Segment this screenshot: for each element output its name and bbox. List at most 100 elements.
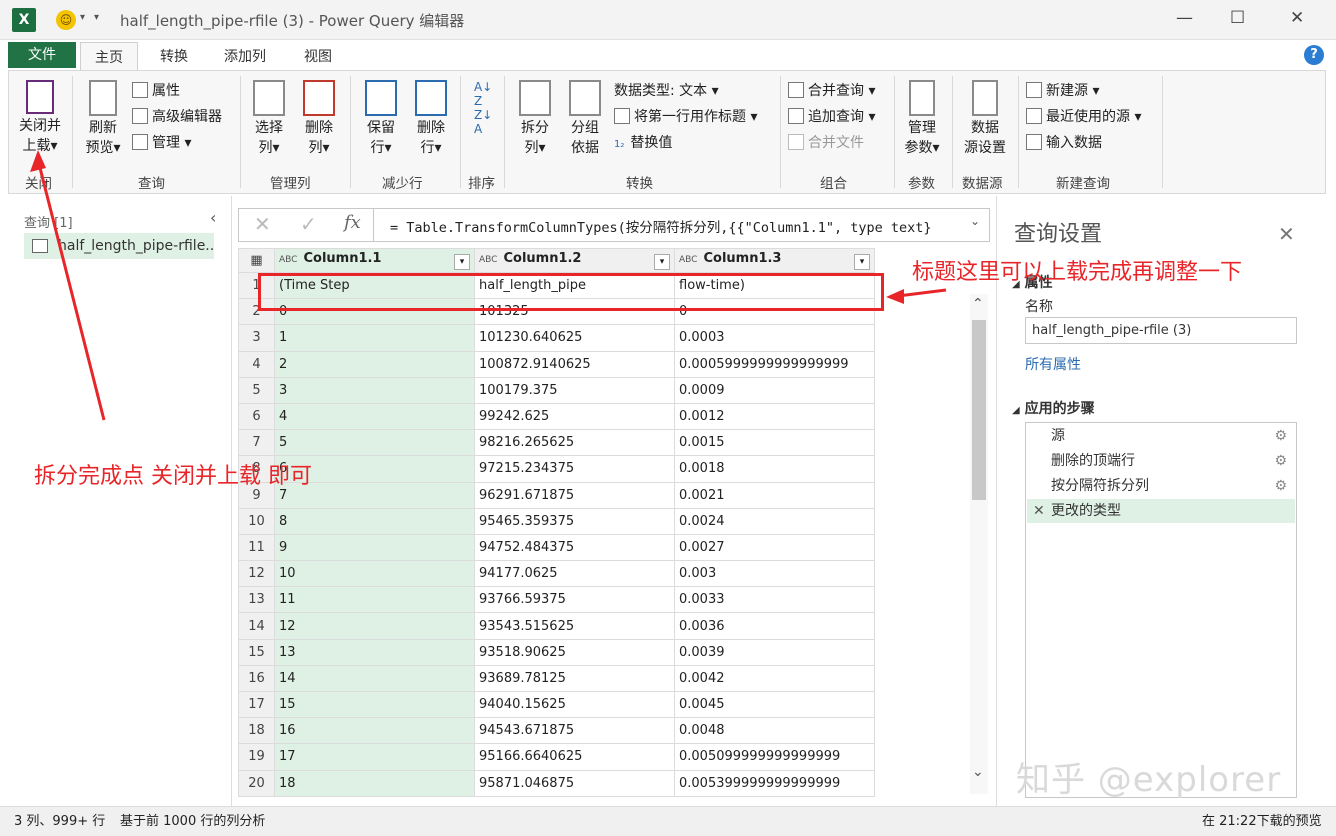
table-cell[interactable]: 0.0039 xyxy=(674,638,875,666)
table-cell[interactable]: 0.0018 xyxy=(674,455,875,483)
use-first-row-as-headers-button[interactable]: 将第一行用作标题 ▾ xyxy=(614,106,757,126)
split-column-button[interactable]: 拆分 列▾ xyxy=(512,80,558,158)
select-all-table-icon[interactable]: ▦ xyxy=(238,248,275,273)
table-cell[interactable]: 101230.640625 xyxy=(474,324,675,352)
filter-dropdown-icon[interactable]: ▾ xyxy=(854,254,870,270)
table-cell[interactable]: 0.0012 xyxy=(674,402,875,431)
data-source-settings-button[interactable]: 数据 源设置 xyxy=(956,80,1014,158)
scroll-up-icon[interactable]: ⌃ xyxy=(972,296,984,312)
text-type-icon[interactable]: ABC xyxy=(479,255,497,265)
step-split-column[interactable]: 按分隔符拆分列 ⚙ xyxy=(1027,474,1295,498)
close-and-load-button[interactable]: 关闭并 上载▾ xyxy=(14,80,66,156)
table-cell[interactable]: 93543.515625 xyxy=(474,612,675,640)
column-header-1[interactable]: ABC Column1.1 ▾ xyxy=(274,248,475,273)
maximize-button[interactable]: ☐ xyxy=(1230,8,1245,28)
table-cell[interactable]: 18 xyxy=(274,769,475,797)
table-cell[interactable]: 15 xyxy=(274,690,475,719)
enter-data-button[interactable]: 输入数据 xyxy=(1026,132,1102,152)
table-cell[interactable]: 0.0021 xyxy=(674,481,875,509)
formula-input[interactable]: = Table.TransformColumnTypes(按分隔符拆分列,{{"… xyxy=(390,216,932,236)
advanced-editor-button[interactable]: 高级编辑器 xyxy=(132,106,222,126)
keep-rows-button[interactable]: 保留 行▾ xyxy=(358,80,404,158)
table-cell[interactable]: 95166.6640625 xyxy=(474,743,675,771)
close-settings-icon[interactable]: ✕ xyxy=(1278,222,1295,246)
chevron-down-icon[interactable]: ▾ xyxy=(80,12,85,23)
table-cell[interactable]: 14 xyxy=(274,664,475,693)
table-cell[interactable]: 93518.90625 xyxy=(474,638,675,666)
data-type-dropdown[interactable]: 数据类型: 文本 ▾ xyxy=(614,80,719,100)
table-cell[interactable]: 0.0005999999999999999 xyxy=(674,350,875,378)
column-header-3[interactable]: ABC Column1.3 ▾ xyxy=(674,248,875,273)
status-profiling[interactable]: 基于前 1000 行的列分析 xyxy=(120,810,265,829)
table-cell[interactable]: 0.003 xyxy=(674,560,875,588)
table-cell[interactable]: 13 xyxy=(274,638,475,666)
table-cell[interactable]: 0.005399999999999999 xyxy=(674,769,875,797)
tab-transform[interactable]: 转换 xyxy=(160,46,188,66)
sort-ascending-icon[interactable]: A↓ Z xyxy=(474,80,492,108)
tab-add-column[interactable]: 添加列 xyxy=(224,46,266,66)
properties-button[interactable]: 属性 xyxy=(132,80,180,100)
step-changed-type[interactable]: ✕ 更改的类型 xyxy=(1027,499,1295,523)
table-cell[interactable]: 0.0024 xyxy=(674,507,875,535)
quick-access-dropdown-icon[interactable]: ▾ xyxy=(94,12,99,23)
table-cell[interactable]: 11 xyxy=(274,586,475,614)
table-cell[interactable]: 94177.0625 xyxy=(474,560,675,588)
table-cell[interactable]: 9 xyxy=(274,533,475,562)
table-cell[interactable]: 16 xyxy=(274,717,475,745)
text-type-icon[interactable]: ABC xyxy=(679,255,697,265)
table-cell[interactable]: 99242.625 xyxy=(474,402,675,431)
table-cell[interactable]: 100872.9140625 xyxy=(474,350,675,378)
table-cell[interactable]: 0.0042 xyxy=(674,664,875,693)
choose-columns-button[interactable]: 选择 列▾ xyxy=(246,80,292,158)
table-cell[interactable]: 95871.046875 xyxy=(474,769,675,797)
replace-values-button[interactable]: 1₂ 替换值 xyxy=(614,132,672,152)
gear-icon[interactable]: ⚙ xyxy=(1274,449,1287,473)
column-header-2[interactable]: ABC Column1.2 ▾ xyxy=(474,248,675,273)
table-cell[interactable]: 97215.234375 xyxy=(474,455,675,483)
tab-file[interactable]: 文件 xyxy=(8,42,76,68)
table-cell[interactable]: 0.0003 xyxy=(674,324,875,352)
manage-parameters-button[interactable]: 管理 参数▾ xyxy=(898,80,946,158)
table-cell[interactable]: 0.005099999999999999 xyxy=(674,743,875,771)
smiley-feedback-icon[interactable]: ☺ xyxy=(56,10,76,30)
table-cell[interactable]: 94040.15625 xyxy=(474,690,675,719)
table-cell[interactable]: 93689.78125 xyxy=(474,664,675,693)
help-icon[interactable]: ? xyxy=(1304,45,1324,65)
confirm-formula-icon[interactable]: ✓ xyxy=(300,212,317,236)
table-cell[interactable]: 96291.671875 xyxy=(474,481,675,509)
table-cell[interactable]: 98216.265625 xyxy=(474,429,675,457)
delete-step-icon[interactable]: ✕ xyxy=(1033,499,1045,523)
fx-icon[interactable]: fx xyxy=(344,212,361,233)
table-cell[interactable]: 4 xyxy=(274,402,475,431)
remove-columns-button[interactable]: 删除 列▾ xyxy=(296,80,342,158)
cancel-formula-icon[interactable]: ✕ xyxy=(254,212,271,236)
gear-icon[interactable]: ⚙ xyxy=(1274,424,1287,448)
query-name-input[interactable]: half_length_pipe-rfile (3) xyxy=(1025,317,1297,344)
text-type-icon[interactable]: ABC xyxy=(279,255,297,265)
table-cell[interactable]: 94752.484375 xyxy=(474,533,675,562)
table-cell[interactable]: 0.0048 xyxy=(674,717,875,745)
filter-dropdown-icon[interactable]: ▾ xyxy=(454,254,470,270)
table-cell[interactable]: 93766.59375 xyxy=(474,586,675,614)
query-item[interactable]: half_length_pipe-rfile... xyxy=(24,233,214,259)
filter-dropdown-icon[interactable]: ▾ xyxy=(654,254,670,270)
table-cell[interactable]: 5 xyxy=(274,429,475,457)
refresh-preview-button[interactable]: 刷新 预览▾ xyxy=(78,80,128,158)
tab-view[interactable]: 视图 xyxy=(304,46,332,66)
manage-button[interactable]: 管理 ▾ xyxy=(132,132,191,152)
table-cell[interactable]: 100179.375 xyxy=(474,376,675,404)
table-cell[interactable]: 95465.359375 xyxy=(474,507,675,535)
expand-formula-icon[interactable]: ⌄ xyxy=(970,214,980,228)
table-cell[interactable]: 94543.671875 xyxy=(474,717,675,745)
scroll-down-icon[interactable]: ⌄ xyxy=(972,764,984,780)
step-removed-top-rows[interactable]: 删除的顶端行 ⚙ xyxy=(1027,449,1295,473)
recent-sources-button[interactable]: 最近使用的源 ▾ xyxy=(1026,106,1141,126)
collapse-pane-icon[interactable]: ‹ xyxy=(210,208,216,227)
combine-files-button[interactable]: 合并文件 xyxy=(788,132,864,152)
table-cell[interactable]: 0.0015 xyxy=(674,429,875,457)
table-cell[interactable]: 3 xyxy=(274,376,475,404)
all-properties-link[interactable]: 所有属性 xyxy=(1025,354,1081,374)
step-source[interactable]: 源 ⚙ xyxy=(1027,424,1295,448)
group-by-button[interactable]: 分组 依据 xyxy=(562,80,608,158)
applied-steps-section[interactable]: ◢ 应用的步骤 xyxy=(1012,398,1095,418)
